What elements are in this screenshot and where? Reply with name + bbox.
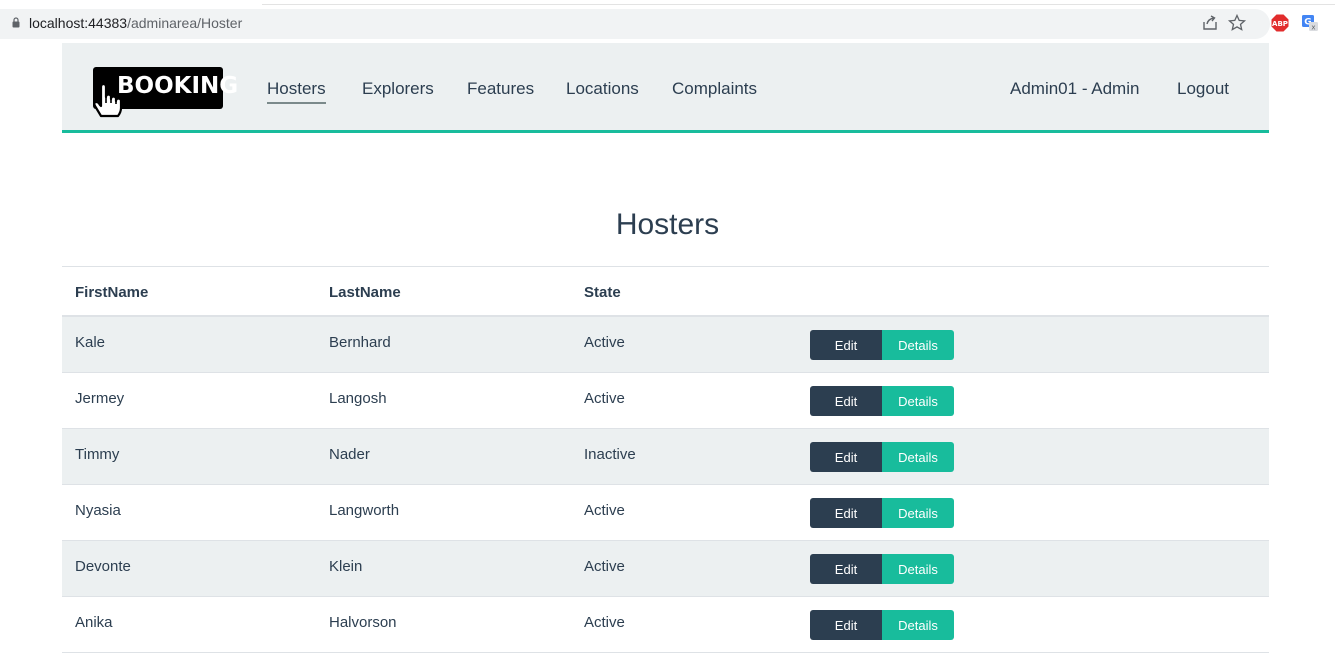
nav-link-hosters[interactable]: Hosters <box>267 79 326 104</box>
table-row: Kale Bernhard Active Edit Details <box>62 317 1269 373</box>
nav-link-locations[interactable]: Locations <box>566 79 639 99</box>
browser-address-bar: localhost:44383/adminarea/Hoster ABP G x <box>0 0 1335 42</box>
current-user[interactable]: Admin01 - Admin <box>1010 79 1139 99</box>
details-button[interactable]: Details <box>882 610 954 640</box>
window-divider <box>262 4 1335 5</box>
edit-button[interactable]: Edit <box>810 386 882 416</box>
column-header-firstname: FirstName <box>75 284 149 301</box>
brand-logo[interactable]: BOOKING <box>93 67 238 118</box>
edit-button[interactable]: Edit <box>810 442 882 472</box>
cell-firstname: Anika <box>75 614 113 631</box>
cell-state: Active <box>584 614 625 631</box>
share-icon[interactable] <box>1200 13 1220 33</box>
nav-link-complaints[interactable]: Complaints <box>672 79 757 99</box>
cell-lastname: Halvorson <box>329 614 397 631</box>
logout-link[interactable]: Logout <box>1177 79 1229 99</box>
url-host: localhost:44383 <box>29 15 128 31</box>
cell-state: Active <box>584 390 625 407</box>
url-text[interactable]: localhost:44383/adminarea/Hoster <box>29 15 242 31</box>
svg-text:x: x <box>1311 24 1315 32</box>
table-body: Kale Bernhard Active Edit Details Jermey Lango… <box>62 317 1269 653</box>
url-path: /adminarea/Hoster <box>127 15 243 31</box>
hosters-table: FirstName LastName State Kale Bernhard Act… <box>62 266 1269 653</box>
lock-icon[interactable] <box>12 17 20 28</box>
edit-button[interactable]: Edit <box>810 610 882 640</box>
brand-name: BOOKING <box>117 73 239 99</box>
cell-lastname: Klein <box>329 558 363 575</box>
details-button[interactable]: Details <box>882 498 954 528</box>
cell-firstname: Devonte <box>75 558 131 575</box>
table-row: Devonte Klein Active Edit Details <box>62 541 1269 597</box>
nav-link-explorers[interactable]: Explorers <box>362 79 434 99</box>
pointing-hand-icon <box>93 82 123 118</box>
table-header: FirstName LastName State <box>62 267 1269 317</box>
table-row: Anika Halvorson Active Edit Details <box>62 597 1269 653</box>
cell-lastname: Bernhard <box>329 334 391 351</box>
cell-firstname: Timmy <box>75 446 120 463</box>
star-icon[interactable] <box>1227 13 1247 33</box>
cell-state: Active <box>584 334 625 351</box>
details-button[interactable]: Details <box>882 330 954 360</box>
nav-link-features[interactable]: Features <box>467 79 534 99</box>
table-row: Nyasia Langworth Active Edit Details <box>62 485 1269 541</box>
edit-button[interactable]: Edit <box>810 330 882 360</box>
cell-state: Inactive <box>584 446 636 463</box>
cell-firstname: Kale <box>75 334 106 351</box>
edit-button[interactable]: Edit <box>810 554 882 584</box>
cell-firstname: Nyasia <box>75 502 121 519</box>
cell-lastname: Langworth <box>329 502 400 519</box>
page-title: Hosters <box>615 208 720 241</box>
details-button[interactable]: Details <box>882 554 954 584</box>
details-button[interactable]: Details <box>882 386 954 416</box>
cell-state: Active <box>584 558 625 575</box>
table-row: Jermey Langosh Active Edit Details <box>62 373 1269 429</box>
adblock-icon[interactable]: ABP <box>1270 13 1290 33</box>
navbar: BOOKING Hosters Explorers Features Location… <box>62 43 1269 133</box>
details-button[interactable]: Details <box>882 442 954 472</box>
translate-icon[interactable]: G x <box>1300 13 1320 33</box>
table-row: Timmy Nader Inactive Edit Details <box>62 429 1269 485</box>
adblock-label: ABP <box>1272 20 1288 28</box>
cell-lastname: Nader <box>329 446 370 463</box>
column-header-state: State <box>584 284 621 301</box>
edit-button[interactable]: Edit <box>810 498 882 528</box>
column-header-lastname: LastName <box>329 284 401 301</box>
cell-firstname: Jermey <box>75 390 125 407</box>
cell-lastname: Langosh <box>329 390 387 407</box>
cell-state: Active <box>584 502 625 519</box>
